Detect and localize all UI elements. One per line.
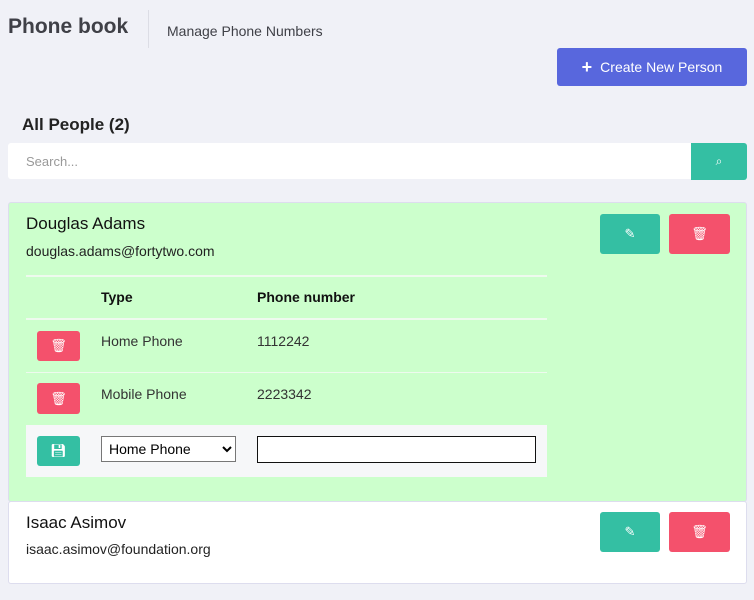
pencil-icon: ✎ (624, 524, 636, 539)
search-input[interactable] (8, 143, 692, 179)
edit-person-button[interactable]: ✎ (600, 512, 660, 552)
header-divider (148, 10, 149, 48)
page-title: Phone book (8, 15, 129, 38)
plus-icon: + (581, 56, 593, 77)
phone-type-select[interactable]: Home Phone (101, 436, 236, 462)
column-header-type: Type (101, 289, 133, 305)
phone-number: 1112242 (257, 333, 310, 349)
phone-type: Home Phone (101, 333, 183, 349)
person-email: isaac.asimov@foundation.org (26, 541, 211, 557)
floppy-disk-icon: 💾︎ (50, 443, 67, 458)
trash-icon: 🗑︎ (691, 226, 708, 241)
trash-icon: 🗑︎ (50, 338, 67, 353)
table-divider (26, 318, 547, 320)
trash-icon: 🗑︎ (50, 390, 67, 406)
search-button[interactable]: ⌕ (691, 143, 747, 180)
search-icon: ⌕ (715, 154, 723, 168)
person-card: Douglas Adams douglas.adams@fortytwo.com… (8, 202, 747, 502)
person-name: Douglas Adams (26, 214, 146, 233)
phone-number: 2223342 (257, 386, 312, 402)
create-new-person-button[interactable]: + Create New Person (557, 48, 747, 86)
page-subtitle: Manage Phone Numbers (167, 23, 323, 39)
delete-phone-button[interactable]: 🗑︎ (37, 383, 80, 414)
person-card: Isaac Asimov isaac.asimov@foundation.org… (8, 501, 747, 584)
delete-phone-button[interactable]: 🗑︎ (37, 331, 80, 361)
phone-type: Mobile Phone (101, 386, 187, 402)
save-phone-button[interactable]: 💾︎ (37, 436, 80, 466)
table-divider (26, 275, 547, 277)
person-email: douglas.adams@fortytwo.com (26, 243, 215, 259)
trash-icon: 🗑︎ (691, 524, 708, 539)
create-label: Create New Person (600, 59, 723, 75)
pencil-icon: ✎ (624, 226, 636, 241)
people-count-heading: All People (2) (22, 115, 130, 134)
person-name: Isaac Asimov (26, 513, 127, 532)
row-divider (26, 372, 547, 373)
delete-person-button[interactable]: 🗑︎ (669, 512, 730, 552)
edit-person-button[interactable]: ✎ (600, 214, 660, 254)
delete-person-button[interactable]: 🗑︎ (669, 214, 730, 254)
column-header-phone-number: Phone number (257, 289, 356, 305)
phone-number-input[interactable] (257, 436, 536, 463)
